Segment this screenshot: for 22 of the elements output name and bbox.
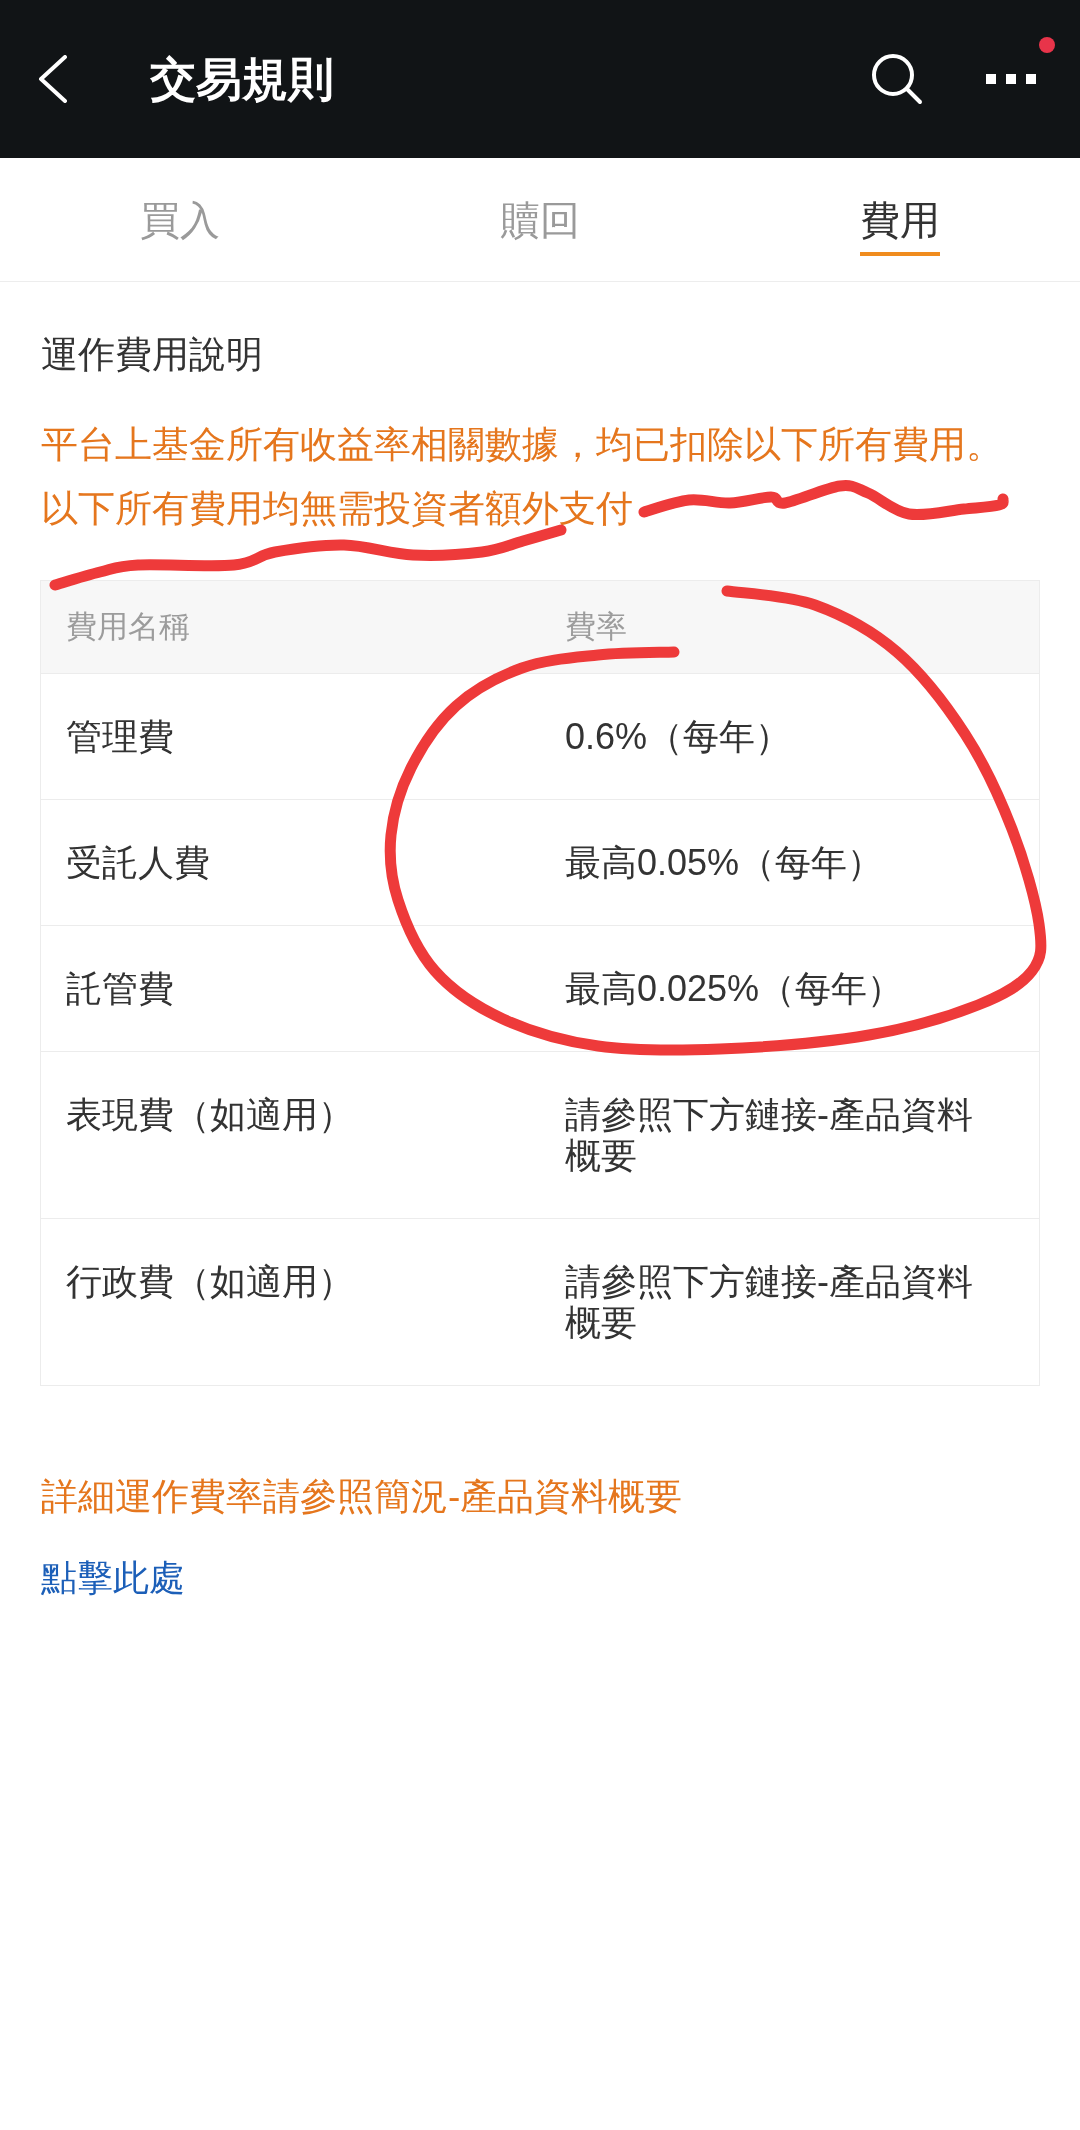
table-cell-text: 管理費 — [65, 715, 175, 759]
table-cell-text: 行政費（如適用） — [65, 1260, 355, 1304]
table-cell-text: 最高0.025%（每年） — [564, 967, 905, 1011]
column-header: 費率 — [565, 608, 627, 646]
page-title: 交易規則 — [150, 52, 334, 107]
table-cell-text: 表現費（如適用） — [65, 1093, 355, 1137]
section-title: 運作費用說明 — [41, 333, 263, 377]
details-link[interactable]: 點擊此處 — [41, 1553, 185, 1603]
table-cell-text: 0.6%（每年） — [564, 715, 793, 759]
back-icon[interactable] — [38, 55, 68, 103]
notice-text: 平台上基金所有收益率相關數據，均已扣除以下所有費用。 — [41, 423, 1003, 467]
more-icon[interactable] — [986, 74, 1036, 84]
table-cell-text: 請參照下方鏈接-產品資料概要 — [564, 1093, 974, 1178]
table-cell-text: 託管費 — [65, 967, 175, 1011]
column-header: 費用名稱 — [66, 608, 190, 646]
notice-text: 以下所有費用均無需投資者額外支付 — [41, 487, 633, 531]
fee-details-note: 詳細運作費率請參照簡況-產品資料概要 — [41, 1475, 683, 1519]
search-icon[interactable] — [871, 53, 923, 105]
tab[interactable]: 費用 — [860, 192, 940, 256]
table-cell-text: 最高0.05%（每年） — [564, 841, 885, 885]
table-cell-text: 受託人費 — [65, 841, 211, 885]
table-cell-text: 請參照下方鏈接-產品資料概要 — [564, 1260, 974, 1345]
